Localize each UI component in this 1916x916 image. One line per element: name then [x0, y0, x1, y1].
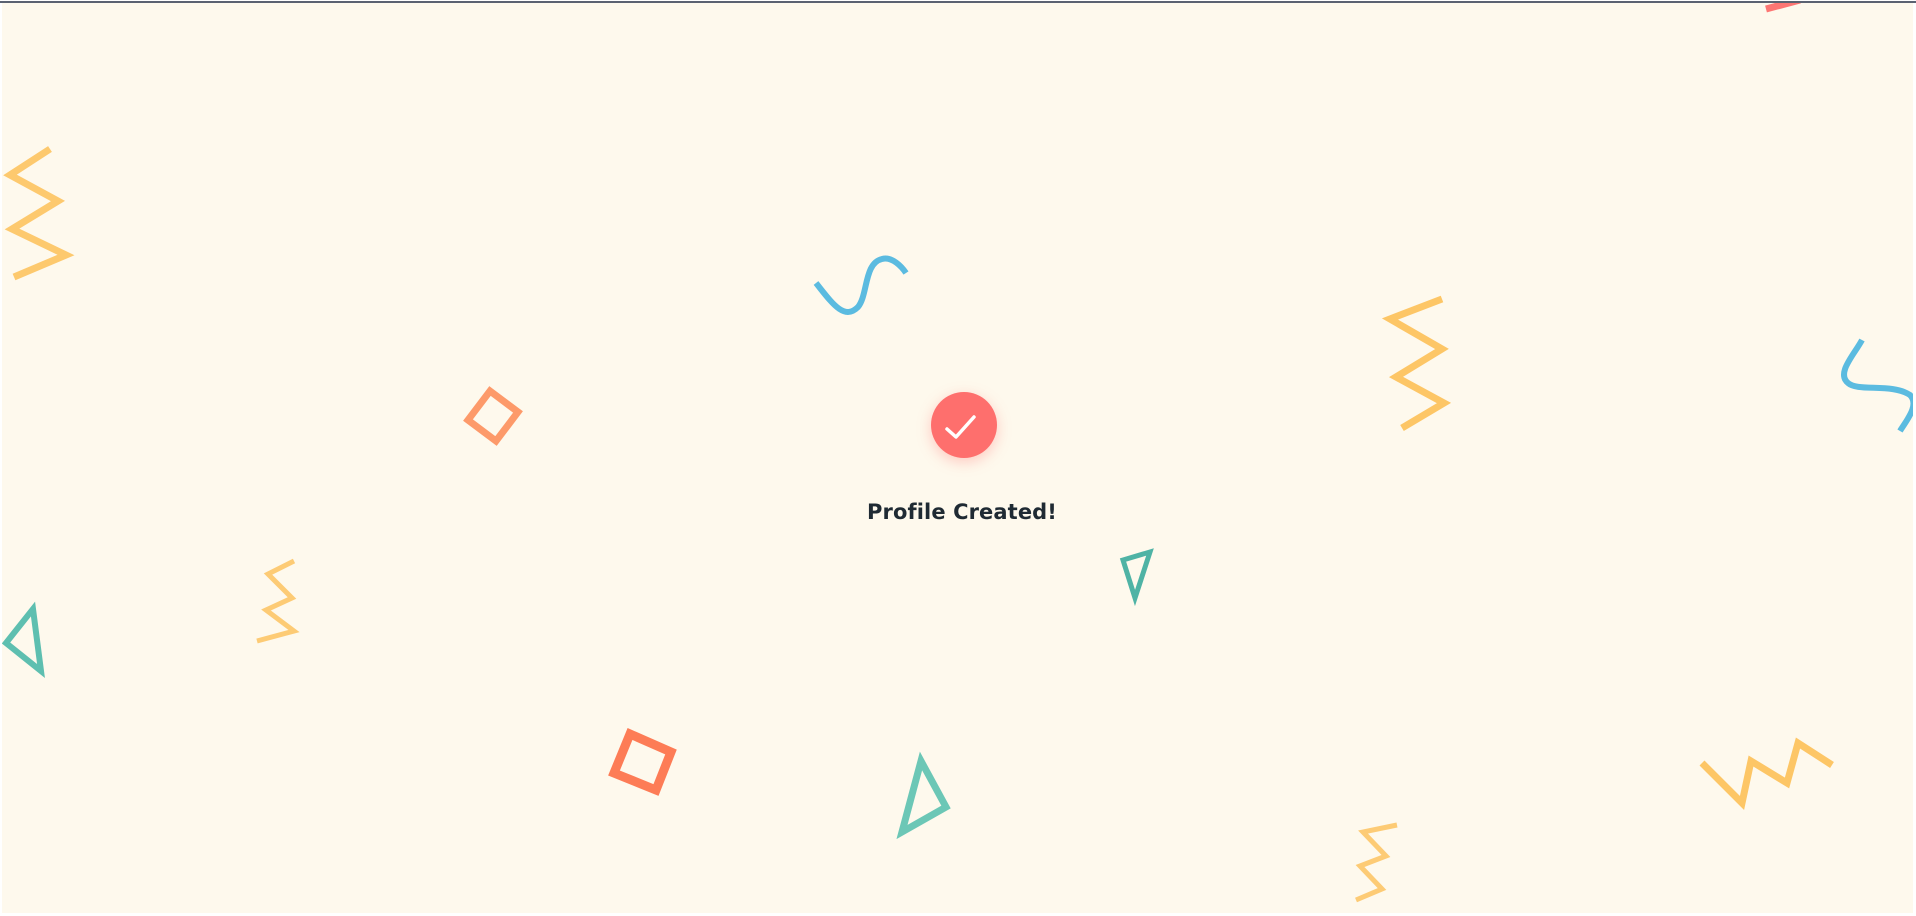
confetti-squiggle — [1841, 338, 1913, 433]
confetti-triangle — [1119, 548, 1154, 607]
confetti-zigzag — [1355, 822, 1398, 903]
confetti-triangle — [2, 601, 45, 678]
confetti-square — [608, 728, 677, 796]
confetti-zigzag — [3, 146, 75, 281]
confetti-zigzag — [1381, 295, 1452, 432]
confetti-background — [2, 3, 1913, 903]
confetti-sliver — [1765, 3, 1801, 13]
check-icon — [945, 415, 976, 439]
confetti-zigzag — [1699, 737, 1834, 811]
confirmation-title: Profile Created! — [867, 500, 1057, 524]
success-screen: Profile Created! — [2, 3, 1913, 913]
confetti-diamond — [463, 386, 523, 446]
success-badge — [931, 392, 997, 458]
page: Profile Created! — [0, 0, 1916, 916]
confetti-zigzag — [256, 558, 300, 644]
confetti-squiggle — [813, 255, 909, 315]
confetti-triangle — [896, 751, 951, 840]
